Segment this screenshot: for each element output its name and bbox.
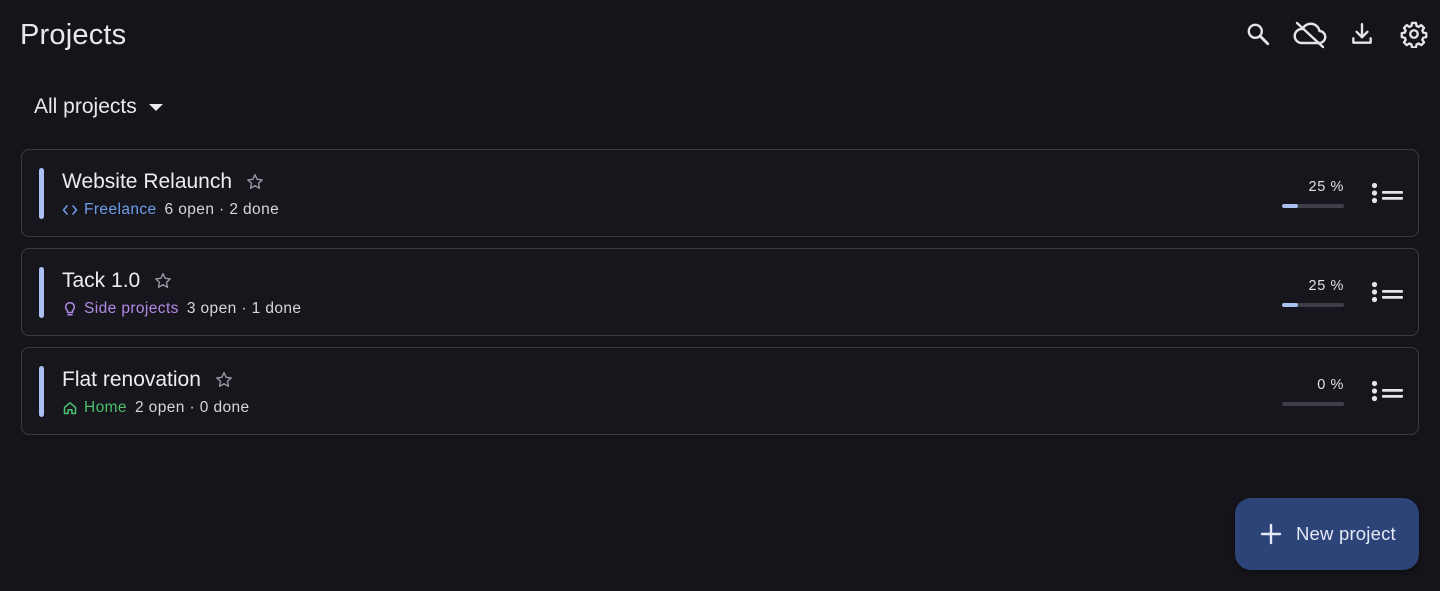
settings-button[interactable] <box>1396 16 1432 52</box>
caret-down-icon <box>148 103 163 111</box>
sync-button[interactable] <box>1292 16 1328 52</box>
progress-track <box>1282 204 1344 208</box>
lightbulb-icon <box>62 301 78 317</box>
project-title: Website Relaunch <box>62 170 233 193</box>
task-list-button[interactable] <box>1370 378 1406 406</box>
page-title: Projects <box>20 19 127 51</box>
progress-label: 25 % <box>1308 278 1344 294</box>
project-accent-bar <box>39 267 44 318</box>
project-category: Freelance <box>84 201 157 218</box>
project-card[interactable]: Tack 1.0 Side projects 3 open · 1 done 2… <box>21 248 1419 336</box>
project-filter-dropdown[interactable]: All projects <box>34 92 163 122</box>
star-icon[interactable] <box>214 370 234 390</box>
search-button[interactable] <box>1240 16 1276 52</box>
project-stats: 6 open · 2 done <box>164 201 280 218</box>
project-progress: 25 % <box>1282 178 1344 208</box>
project-accent-bar <box>39 366 44 417</box>
progress-track <box>1282 402 1344 406</box>
progress-label: 0 % <box>1317 377 1344 393</box>
project-stats: 2 open · 0 done <box>134 399 250 416</box>
project-category: Home <box>84 399 127 416</box>
star-icon[interactable] <box>153 271 173 291</box>
progress-fill <box>1282 303 1298 307</box>
download-icon <box>1352 23 1372 44</box>
project-title: Tack 1.0 <box>62 269 141 292</box>
search-icon <box>1247 23 1270 46</box>
project-category: Side projects <box>84 300 179 317</box>
plus-icon <box>1260 523 1282 545</box>
gear-icon <box>1400 21 1428 48</box>
project-progress: 25 % <box>1282 277 1344 307</box>
home-icon <box>62 400 78 416</box>
download-button[interactable] <box>1344 16 1380 52</box>
project-accent-bar <box>39 168 44 219</box>
new-project-button[interactable]: New project <box>1235 498 1419 570</box>
project-card[interactable]: Flat renovation Home 2 open · 0 done 0 % <box>21 347 1419 435</box>
project-progress: 0 % <box>1282 376 1344 406</box>
project-stats: 3 open · 1 done <box>186 300 302 317</box>
project-title: Flat renovation <box>62 368 201 391</box>
list-icon <box>1371 182 1403 204</box>
progress-label: 25 % <box>1308 179 1344 195</box>
task-list-button[interactable] <box>1370 180 1406 208</box>
progress-fill <box>1282 204 1298 208</box>
new-project-label: New project <box>1296 523 1396 544</box>
task-list-button[interactable] <box>1370 279 1406 307</box>
cloud-off-icon <box>1293 21 1327 49</box>
progress-track <box>1282 303 1344 307</box>
list-icon <box>1371 281 1403 303</box>
filter-selected-label: All projects <box>34 95 137 118</box>
code-icon <box>62 202 78 218</box>
project-list: Website Relaunch Freelance 6 open · 2 do… <box>21 149 1419 446</box>
star-icon[interactable] <box>245 172 265 192</box>
header-actions <box>1224 16 1432 52</box>
project-card[interactable]: Website Relaunch Freelance 6 open · 2 do… <box>21 149 1419 237</box>
list-icon <box>1371 380 1403 402</box>
